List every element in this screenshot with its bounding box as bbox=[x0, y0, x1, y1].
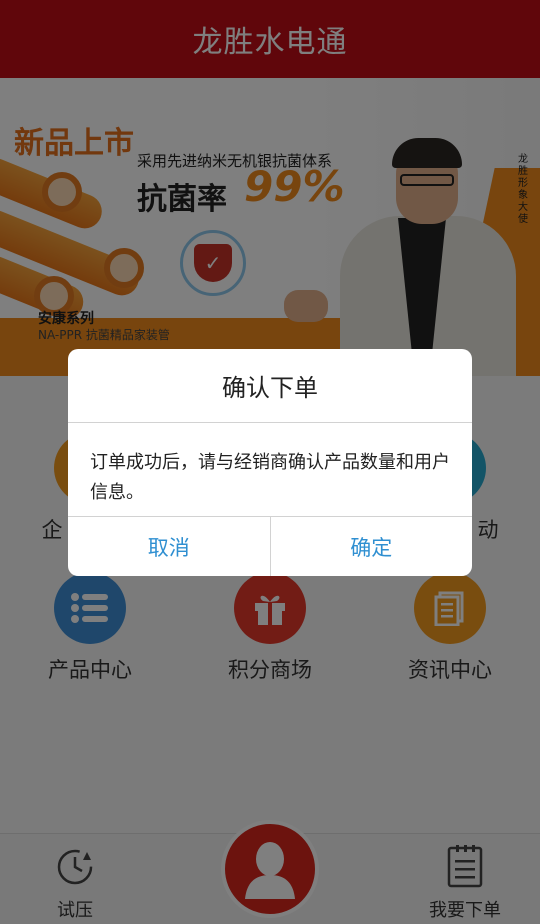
confirm-order-dialog: 确认下单 订单成功后，请与经销商确认产品数量和用户信息。 取消 确定 bbox=[68, 349, 472, 576]
confirm-button[interactable]: 确定 bbox=[269, 517, 473, 576]
cancel-button[interactable]: 取消 bbox=[68, 517, 270, 576]
dialog-title: 确认下单 bbox=[68, 349, 472, 423]
dialog-actions: 取消 确定 bbox=[68, 517, 472, 576]
dialog-message: 订单成功后，请与经销商确认产品数量和用户信息。 bbox=[68, 423, 472, 517]
